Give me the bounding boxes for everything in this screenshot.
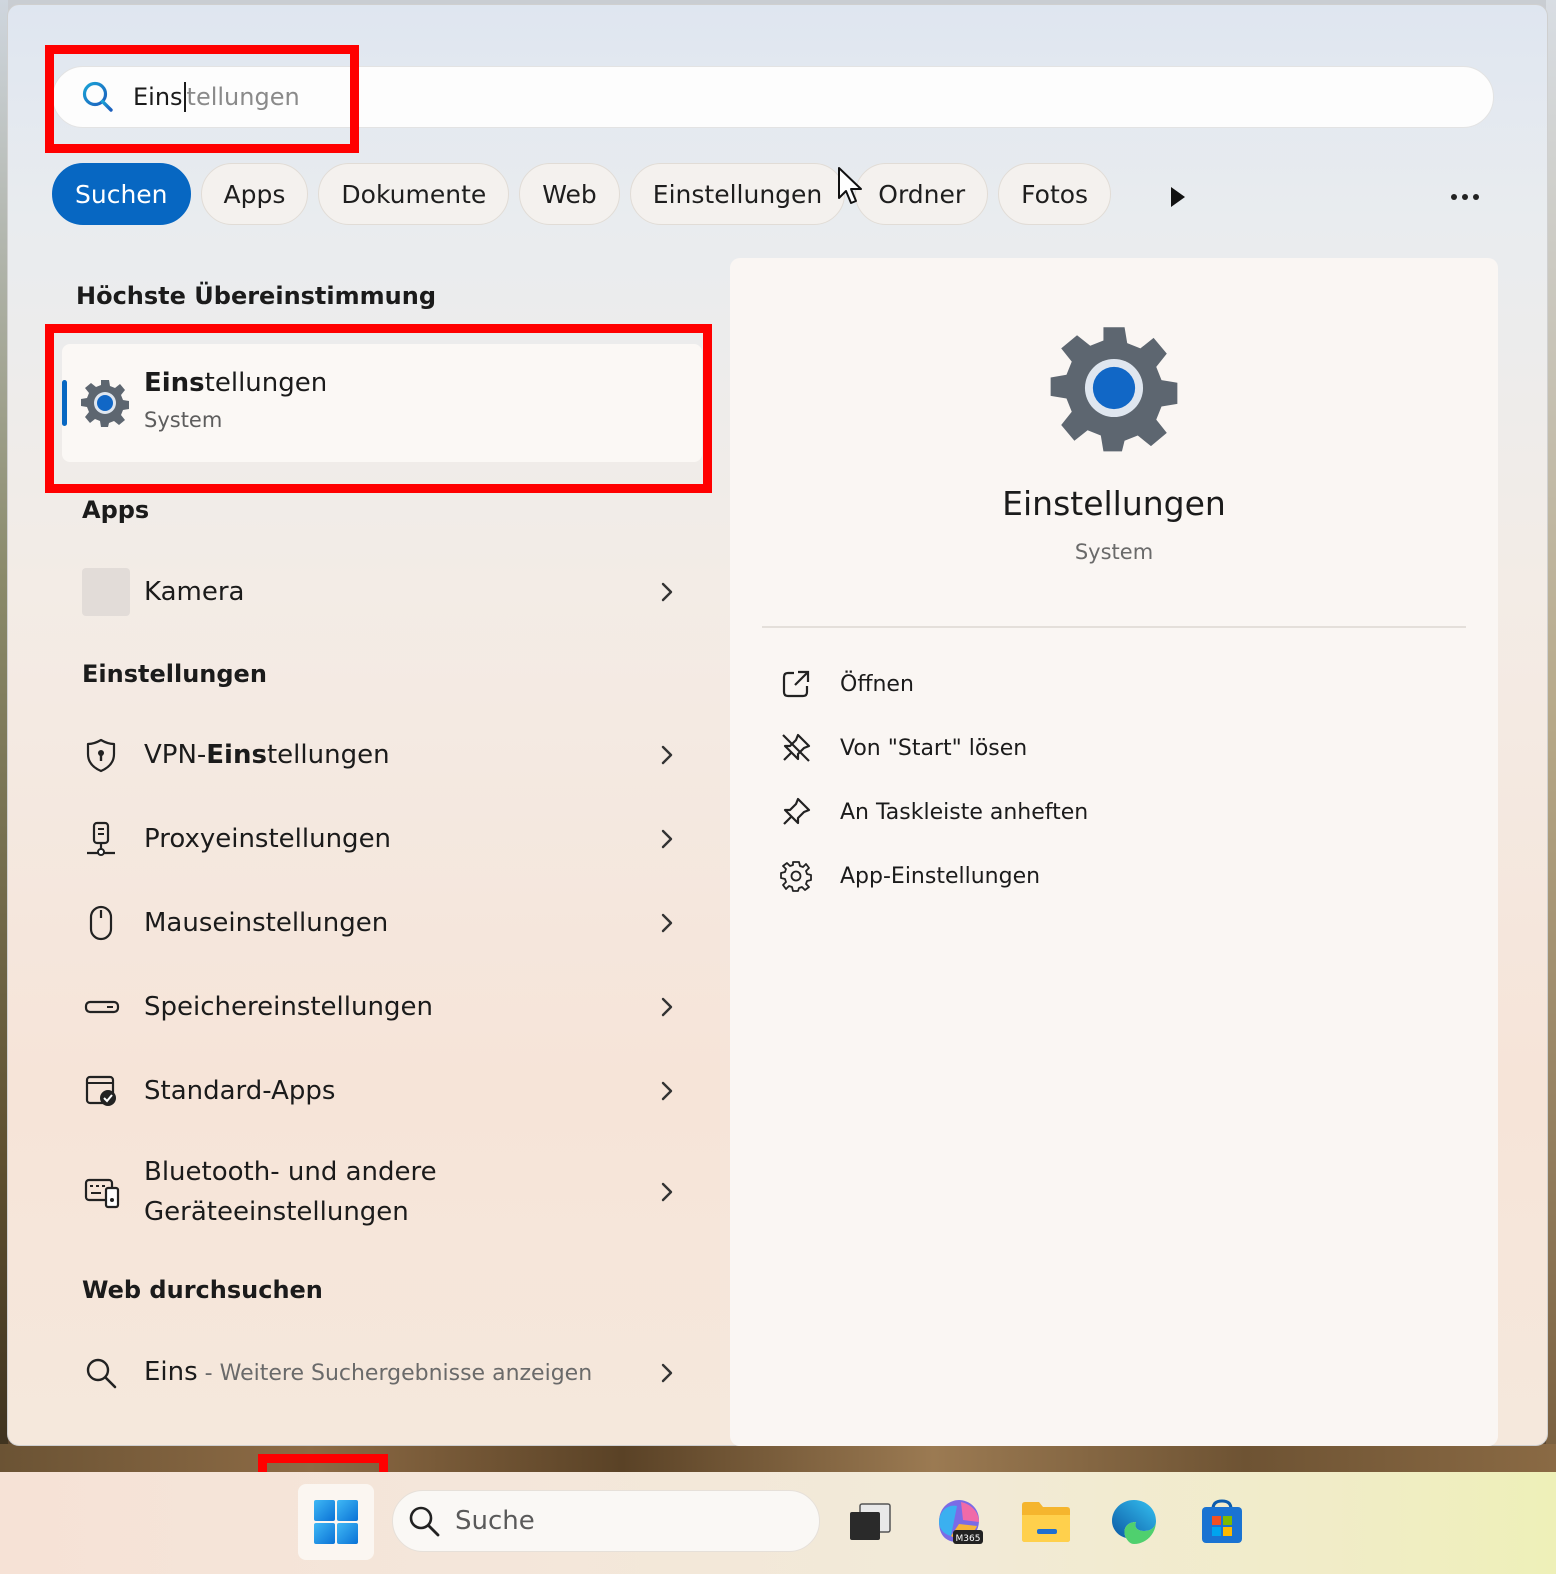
- settings-gear-icon: [1048, 322, 1180, 458]
- list-item-kamera[interactable]: Kamera: [62, 557, 682, 627]
- chip-suchen[interactable]: Suchen: [52, 163, 191, 225]
- chevron-right-icon[interactable]: [652, 744, 682, 766]
- chip-apps[interactable]: Apps: [200, 163, 309, 225]
- action-label: An Taskleiste anheften: [840, 799, 1089, 825]
- label-part: VPN-: [144, 740, 207, 770]
- file-explorer-icon[interactable]: [1018, 1494, 1074, 1550]
- divider: [762, 626, 1466, 628]
- proxy-icon: [62, 821, 144, 857]
- action-label: App-Einstellungen: [840, 863, 1041, 889]
- chip-web[interactable]: Web: [519, 163, 620, 225]
- taskbar-search[interactable]: Suche: [392, 1490, 820, 1552]
- label-part: tellungen: [266, 740, 390, 770]
- list-item-mouse-settings[interactable]: Mauseinstellungen: [62, 888, 682, 958]
- label-line-1: Bluetooth- und andere: [144, 1157, 437, 1187]
- camera-app-icon: [82, 568, 130, 616]
- action-open[interactable]: Öffnen: [780, 662, 914, 706]
- search-icon: [407, 1504, 441, 1538]
- chevron-right-icon[interactable]: [652, 581, 682, 603]
- label-bold-part: Eins: [206, 740, 267, 770]
- default-apps-icon: [62, 1073, 144, 1109]
- chevron-right-icon[interactable]: [652, 996, 682, 1018]
- chevron-right-icon[interactable]: [652, 1181, 682, 1203]
- label-line-2: Geräteeinstellungen: [144, 1197, 409, 1227]
- section-title-best-match: Höchste Übereinstimmung: [76, 282, 436, 310]
- store-icon[interactable]: [1194, 1494, 1250, 1550]
- chip-einstellungen[interactable]: Einstellungen: [629, 163, 846, 225]
- section-title-apps: Apps: [82, 496, 150, 524]
- list-item-label: Proxyeinstellungen: [144, 824, 392, 854]
- list-item-label: Speichereinstellungen: [144, 992, 433, 1022]
- windows-logo-icon: [314, 1500, 358, 1544]
- list-item-label: Standard-Apps: [144, 1076, 336, 1106]
- highlight-box-best-match: [45, 324, 712, 493]
- chip-fotos[interactable]: Fotos: [998, 163, 1112, 225]
- list-item-vpn-settings[interactable]: VPN-Einstellungen: [62, 720, 682, 790]
- chevron-right-icon[interactable]: [652, 1362, 682, 1384]
- list-item-label: Kamera: [144, 577, 245, 607]
- task-view-icon[interactable]: [842, 1494, 898, 1550]
- list-item-web-search[interactable]: Eins - Weitere Suchergebnisse anzeigen: [62, 1338, 682, 1408]
- detail-title: Einstellungen: [1002, 484, 1226, 523]
- edge-icon[interactable]: [1106, 1494, 1162, 1550]
- list-item-label: VPN-Einstellungen: [144, 735, 652, 775]
- chevron-right-icon[interactable]: [652, 1080, 682, 1102]
- action-unpin-start[interactable]: Von "Start" lösen: [780, 726, 1027, 770]
- svg-text:M365: M365: [956, 1534, 981, 1544]
- list-item-label: Bluetooth- und andere Geräteeinstellungen: [144, 1152, 652, 1232]
- mouse-cursor-icon: [836, 166, 864, 210]
- chevron-right-icon[interactable]: [652, 828, 682, 850]
- list-item-label: Mauseinstellungen: [144, 908, 389, 938]
- action-label: Von "Start" lösen: [840, 735, 1028, 761]
- shield-icon: [62, 737, 144, 773]
- pin-icon: [780, 796, 840, 828]
- action-label: Öffnen: [840, 671, 914, 697]
- search-icon: [62, 1356, 144, 1390]
- gear-icon: [780, 860, 840, 892]
- chips-scroll-right-icon[interactable]: [1166, 182, 1190, 212]
- mouse-icon: [62, 905, 144, 941]
- action-pin-taskbar[interactable]: An Taskleiste anheften: [780, 790, 1088, 834]
- storage-icon: [62, 989, 144, 1025]
- unpin-icon: [780, 732, 840, 764]
- list-item-default-apps[interactable]: Standard-Apps: [62, 1056, 682, 1126]
- list-item-bluetooth-settings[interactable]: Bluetooth- und andere Geräteeinstellungen: [62, 1152, 682, 1232]
- chip-ordner[interactable]: Ordner: [855, 163, 989, 225]
- taskbar-search-placeholder: Suche: [455, 1506, 535, 1536]
- devices-icon: [62, 1174, 144, 1210]
- m365-copilot-icon[interactable]: M365: [930, 1494, 986, 1550]
- web-hint: - Weitere Suchergebnisse anzeigen: [197, 1361, 593, 1386]
- web-query: Eins: [144, 1357, 198, 1387]
- chip-dokumente[interactable]: Dokumente: [318, 163, 510, 225]
- open-external-icon: [780, 668, 840, 700]
- start-button[interactable]: [298, 1484, 374, 1560]
- desktop-wallpaper-bottom: [0, 1444, 1556, 1474]
- filter-chips: Suchen Apps Dokumente Web Einstellungen …: [52, 162, 1112, 226]
- more-options-icon[interactable]: [1440, 180, 1490, 214]
- section-title-web-search: Web durchsuchen: [82, 1276, 323, 1304]
- highlight-box-search: [45, 45, 359, 153]
- list-item-proxy-settings[interactable]: Proxyeinstellungen: [62, 804, 682, 874]
- action-app-settings[interactable]: App-Einstellungen: [780, 854, 1040, 898]
- list-item-label: Eins - Weitere Suchergebnisse anzeigen: [144, 1352, 652, 1394]
- detail-subtitle: System: [1074, 540, 1154, 564]
- chevron-right-icon[interactable]: [652, 912, 682, 934]
- section-title-settings: Einstellungen: [82, 660, 267, 688]
- list-item-storage-settings[interactable]: Speichereinstellungen: [62, 972, 682, 1042]
